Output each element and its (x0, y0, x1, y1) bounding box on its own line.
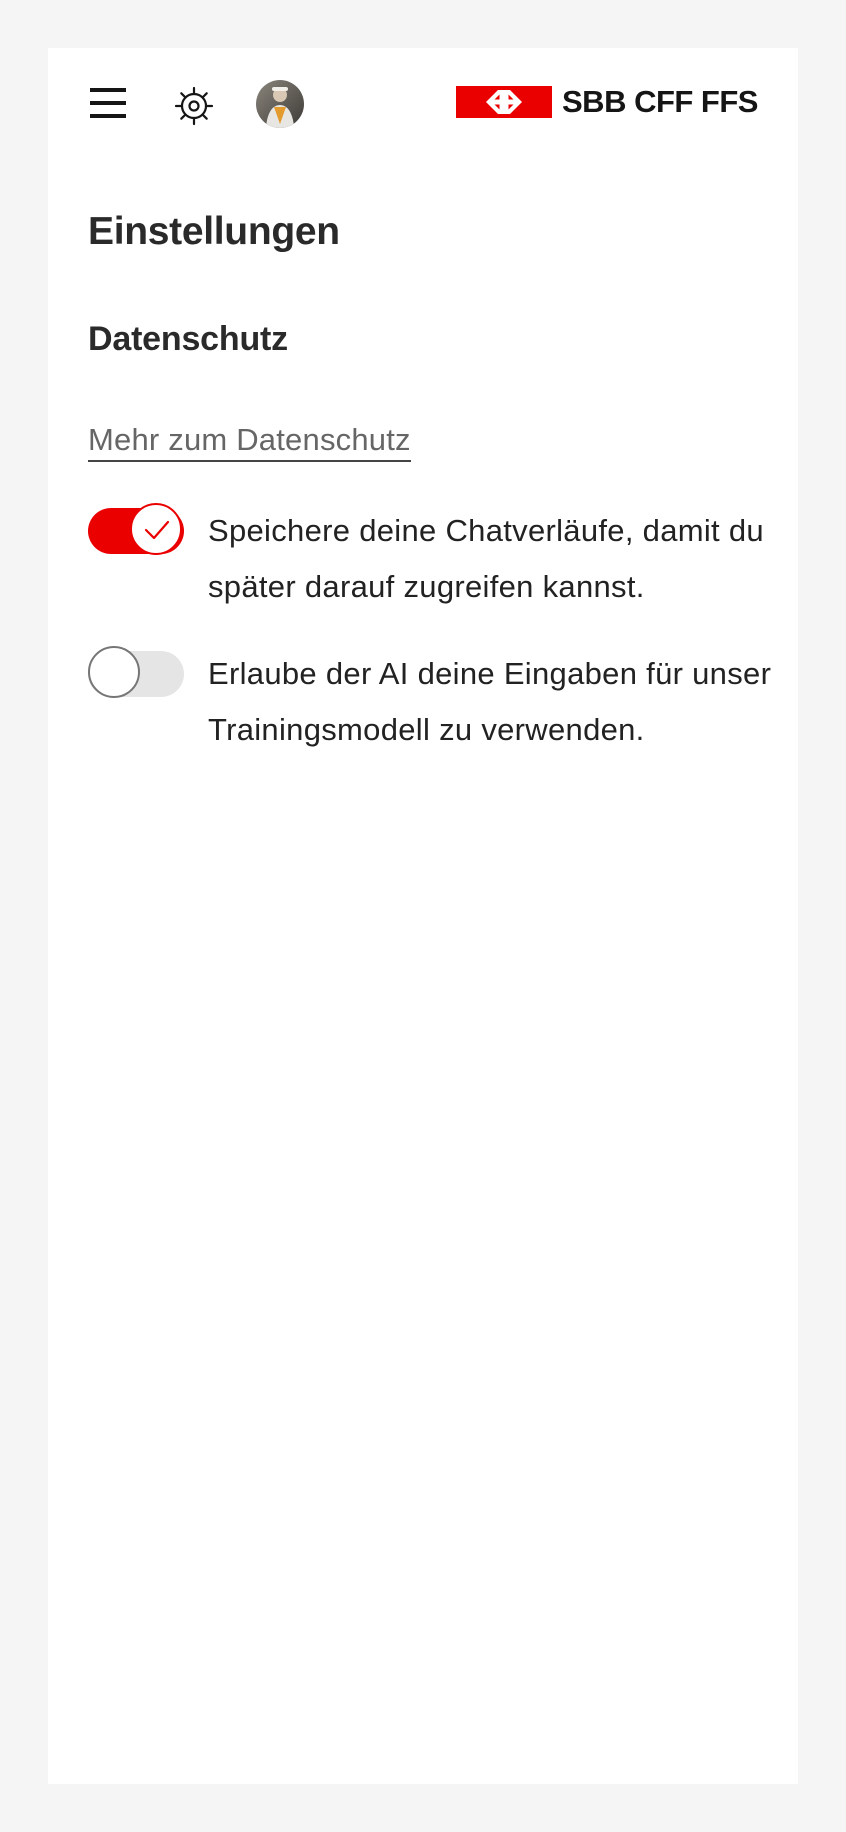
chat-history-toggle[interactable] (88, 503, 184, 559)
hamburger-menu-icon[interactable] (86, 82, 130, 126)
sbb-logo: SBB CFF FFS (456, 84, 768, 120)
user-avatar[interactable] (256, 80, 304, 128)
section-title-datenschutz: Datenschutz (88, 320, 288, 358)
chat-history-label: Speichere deine Chatverläufe, damit du s… (208, 513, 764, 604)
toggle-knob (88, 646, 140, 698)
sbb-logo-flag (456, 86, 552, 118)
gear-icon[interactable] (172, 84, 216, 128)
gear-icon-graphic (174, 86, 214, 126)
checkmark-icon (144, 520, 170, 540)
header: SBB CFF FFS (48, 48, 798, 160)
privacy-info-link[interactable]: Mehr zum Datenschutz (88, 422, 411, 462)
ai-training-toggle[interactable] (88, 646, 184, 702)
sbb-logo-text: SBB CFF FFS (562, 84, 759, 119)
avatar-photo (256, 80, 304, 128)
menu-bar (90, 101, 126, 105)
swiss-cross-arrows-icon (486, 90, 522, 114)
page-title: Einstellungen (88, 210, 340, 253)
menu-bar (90, 88, 126, 92)
ai-training-label: Erlaube der AI deine Eingaben für unser … (208, 656, 772, 747)
app-screen: SBB CFF FFS Einstellungen Datenschutz Me… (48, 48, 798, 1784)
menu-bar (90, 114, 126, 118)
toggle-knob (130, 503, 182, 555)
